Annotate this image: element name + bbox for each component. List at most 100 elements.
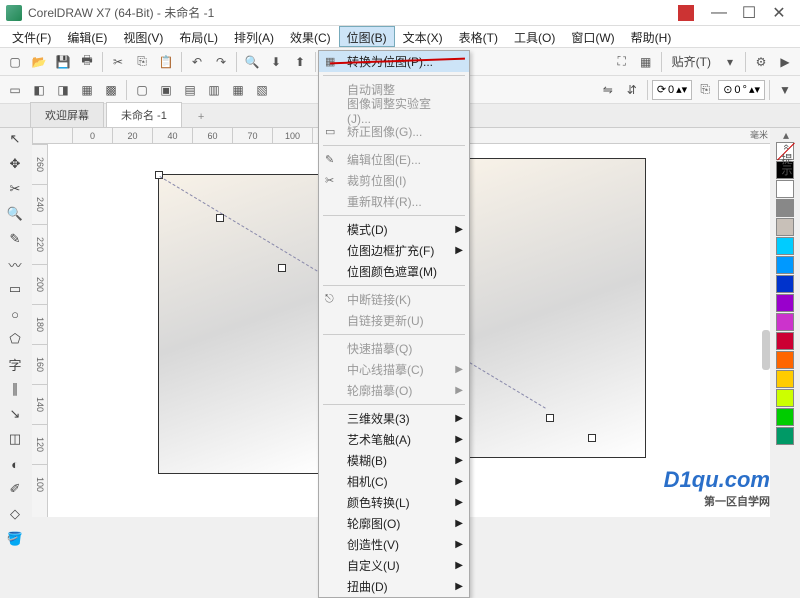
parallel-tool[interactable]: ∥	[4, 378, 26, 400]
wrap1-button[interactable]: ▢	[131, 79, 153, 101]
save-button[interactable]: 💾	[52, 51, 74, 73]
color-swatch[interactable]	[776, 180, 794, 198]
menu-item[interactable]: 表格(T)	[451, 26, 506, 47]
rectangle-object[interactable]	[468, 158, 646, 458]
menu-item[interactable]: 位图(B)	[339, 26, 395, 47]
selection-handle[interactable]	[546, 414, 554, 422]
menu-item[interactable]: 自定义(U)▶	[319, 555, 469, 576]
color-swatch[interactable]	[776, 256, 794, 274]
color-swatch[interactable]	[776, 199, 794, 217]
menu-item[interactable]: 扭曲(D)▶	[319, 576, 469, 597]
menu-item[interactable]: 视图(V)	[115, 26, 171, 47]
text-tool[interactable]: 字	[4, 353, 26, 375]
artistic-tool[interactable]: 〰	[4, 253, 26, 275]
menu-item[interactable]: 工具(O)	[506, 26, 563, 47]
color-swatch[interactable]	[776, 408, 794, 426]
cut-button[interactable]: ✂	[107, 51, 129, 73]
fill-tool[interactable]: 🪣	[4, 528, 26, 550]
menu-item[interactable]: 位图颜色遮罩(M)	[319, 261, 469, 282]
menu-item[interactable]: 创造性(V)▶	[319, 534, 469, 555]
flip-v-button[interactable]: ⇵	[621, 79, 643, 101]
minimize-button[interactable]: —	[704, 4, 734, 22]
color-swatch[interactable]	[776, 389, 794, 407]
color-swatch[interactable]	[776, 351, 794, 369]
crop-tool[interactable]: ✂	[4, 178, 26, 200]
selection-handle[interactable]	[278, 264, 286, 272]
search-button[interactable]: 🔍	[241, 51, 263, 73]
menu-item[interactable]: 排列(A)	[226, 26, 282, 47]
maximize-button[interactable]: ☐	[734, 3, 764, 23]
color-swatch[interactable]	[776, 332, 794, 350]
close-button[interactable]: ✕	[764, 3, 794, 23]
copy-button[interactable]: ⎘	[131, 51, 153, 73]
menu-item[interactable]: 文件(F)	[4, 26, 59, 47]
copy-props-button[interactable]: ⎘	[694, 79, 716, 101]
wrap3-button[interactable]: ▤	[179, 79, 201, 101]
rectangle-tool[interactable]: ▭	[4, 278, 26, 300]
export-button[interactable]: ⬆	[289, 51, 311, 73]
color-swatch[interactable]	[776, 218, 794, 236]
wrap2-button[interactable]: ▣	[155, 79, 177, 101]
scrollbar-thumb[interactable]	[762, 330, 770, 370]
color-swatch[interactable]	[776, 294, 794, 312]
import-button[interactable]: ⬇	[265, 51, 287, 73]
rotation-input[interactable]: ⊙0°▴▾	[718, 80, 765, 100]
layout-button[interactable]: ▦	[635, 51, 657, 73]
ellipse-tool[interactable]: ○	[4, 303, 26, 325]
open-button[interactable]: 📂	[28, 51, 50, 73]
connector-tool[interactable]: ↘	[4, 403, 26, 425]
freehand-tool[interactable]: ✎	[4, 228, 26, 250]
redo-button[interactable]: ↷	[210, 51, 232, 73]
new-button[interactable]: ▢	[4, 51, 26, 73]
gradient-button[interactable]: ◨	[52, 79, 74, 101]
zoom-tool[interactable]: 🔍	[4, 203, 26, 225]
document-tab[interactable]: 欢迎屏幕	[30, 102, 104, 127]
shape-tool[interactable]: ✥	[4, 153, 26, 175]
menu-item[interactable]: 模糊(B)▶	[319, 450, 469, 471]
menu-item[interactable]: 相机(C)▶	[319, 471, 469, 492]
menu-item[interactable]: 三维效果(3)▶	[319, 408, 469, 429]
fullscreen-button[interactable]: ⛶	[611, 51, 633, 73]
polygon-tool[interactable]: ⬠	[4, 328, 26, 350]
user-avatar-icon[interactable]	[678, 5, 694, 21]
selection-handle[interactable]	[588, 434, 596, 442]
color-swatch[interactable]	[776, 427, 794, 445]
menu-item[interactable]: 艺术笔触(A)▶	[319, 429, 469, 450]
hint-panel-label[interactable]: « 提示	[778, 144, 794, 175]
flip-h-button[interactable]: ⇋	[597, 79, 619, 101]
snap-label[interactable]: 贴齐(T)	[666, 53, 717, 70]
document-tab[interactable]: 未命名 -1	[106, 102, 182, 127]
wrap4-button[interactable]: ▥	[203, 79, 225, 101]
options-button[interactable]: ⚙	[750, 51, 772, 73]
color-swatch[interactable]	[776, 370, 794, 388]
menu-item[interactable]: 轮廓图(O)▶	[319, 513, 469, 534]
presets-button[interactable]: ▭	[4, 79, 26, 101]
angle-input[interactable]: ⟳0▴▾	[652, 80, 692, 100]
snap-dropdown-icon[interactable]: ▾	[719, 51, 741, 73]
menu-item[interactable]: 颜色转换(L)▶	[319, 492, 469, 513]
texture-button[interactable]: ▩	[100, 79, 122, 101]
rectangle-object[interactable]	[158, 174, 328, 474]
wrap5-button[interactable]: ▦	[227, 79, 249, 101]
menu-item[interactable]: 布局(L)	[171, 26, 226, 47]
outline-tool[interactable]: ◇	[4, 503, 26, 525]
color-swatch[interactable]	[776, 275, 794, 293]
color-swatch[interactable]	[776, 237, 794, 255]
transparency-tool[interactable]: ◐	[4, 453, 26, 475]
edit-fill-button[interactable]: ◧	[28, 79, 50, 101]
menu-item[interactable]: 模式(D)▶	[319, 219, 469, 240]
menu-item[interactable]: 效果(C)	[282, 26, 339, 47]
pick-tool[interactable]: ↖	[4, 128, 26, 150]
menu-item[interactable]: 编辑(E)	[59, 26, 115, 47]
menu-item[interactable]: 帮助(H)	[623, 26, 680, 47]
menu-item[interactable]: 文本(X)	[395, 26, 451, 47]
options2-button[interactable]: ▼	[774, 79, 796, 101]
palette-up-icon[interactable]: ▴	[776, 128, 796, 142]
shadow-tool[interactable]: ◫	[4, 428, 26, 450]
wrap6-button[interactable]: ▧	[251, 79, 273, 101]
paste-button[interactable]: 📋	[155, 51, 177, 73]
pattern-button[interactable]: ▦	[76, 79, 98, 101]
undo-button[interactable]: ↶	[186, 51, 208, 73]
color-swatch[interactable]	[776, 313, 794, 331]
new-tab-button[interactable]: +	[184, 107, 218, 127]
